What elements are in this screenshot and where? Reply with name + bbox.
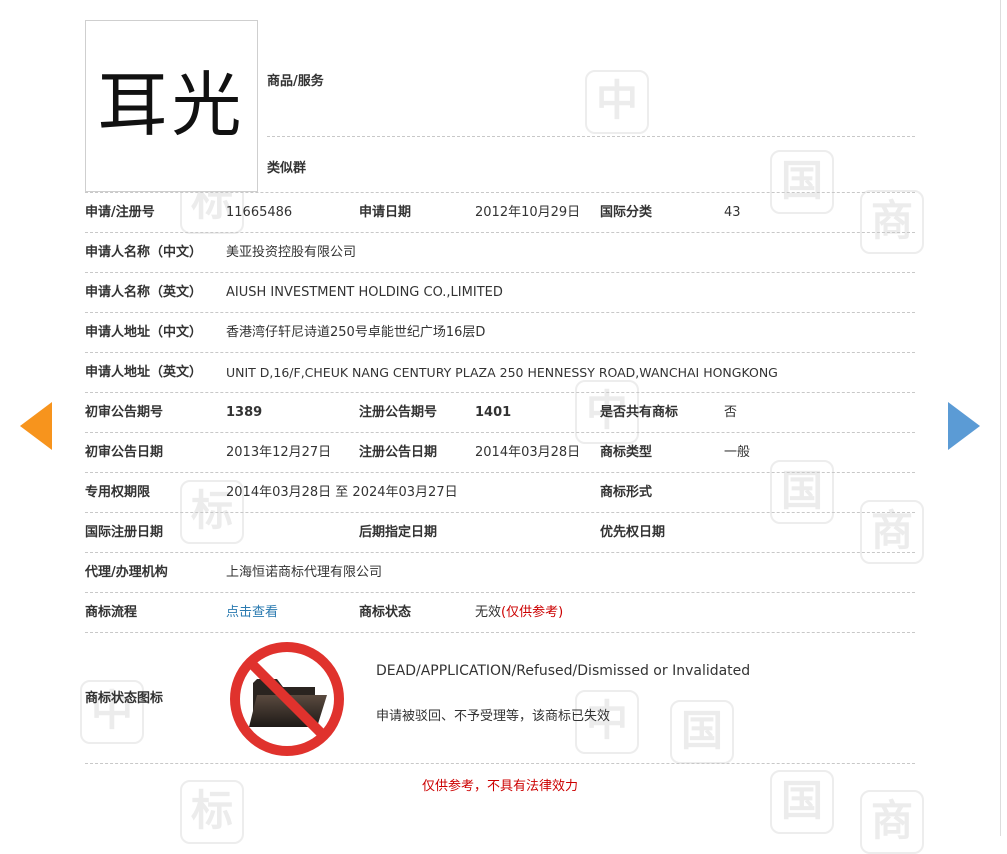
previous-arrow-icon[interactable] [20,402,52,450]
preliminary-issue-value: 1389 [226,405,263,420]
agent-value: 上海恒诺商标代理有限公司 [226,565,383,580]
international-class-value: 43 [724,205,741,220]
trademark-form-label: 商标形式 [600,485,653,500]
row-applicant-name-cn: 申请人名称（中文） 美亚投资控股有限公司 [85,232,915,273]
exclusive-period-label: 专用权期限 [85,485,151,500]
applicant-address-cn-value: 香港湾仔轩尼诗道250号卓能世纪广场16层D [226,325,486,340]
goods-services-label: 商品/服务 [267,74,324,89]
shared-trademark-value: 否 [724,405,738,420]
trademark-status-value: 无效(仅供参考) [475,593,563,633]
applicant-name-cn-label: 申请人名称（中文） [85,245,203,260]
registration-number-label: 申请/注册号 [85,205,155,220]
preliminary-date-label: 初审公告日期 [85,445,164,460]
trademark-image: 耳光 [85,20,258,192]
page-border [1000,0,1001,836]
priority-date-label: 优先权日期 [600,525,666,540]
next-arrow-icon[interactable] [948,402,980,450]
international-class-label: 国际分类 [600,205,653,220]
prohibited-folder-icon [230,642,344,756]
row-announcement-issue: 初审公告期号 1389 注册公告期号 1401 是否共有商标 否 [85,392,915,433]
trademark-status-label: 商标状态 [359,605,412,620]
applicant-name-cn-value: 美亚投资控股有限公司 [226,245,357,260]
preliminary-date-value: 2013年12月27日 [226,445,332,460]
divider [85,763,915,764]
agent-label: 代理/办理机构 [85,565,168,580]
applicant-address-en-label: 申请人地址（英文） [85,365,203,380]
applicant-address-cn-label: 申请人地址（中文） [85,325,203,340]
row-international-dates: 国际注册日期 后期指定日期 优先权日期 [85,512,915,553]
status-icon-row: 商标状态图标 DEAD/APPLICATION/Refused/Dismisse… [85,632,915,764]
watermark-tile: 商 [860,790,924,854]
trademark-type-label: 商标类型 [600,445,653,460]
row-process-status: 商标流程 点击查看 商标状态 无效(仅供参考) [85,592,915,633]
row-applicant-address-en: 申请人地址（英文） UNIT D,16/F,CHEUK NANG CENTURY… [85,352,915,393]
similar-group-label: 类似群 [267,161,307,176]
divider [267,136,915,137]
application-date-label: 申请日期 [359,205,412,220]
watermark-tile: 中 [585,70,649,134]
international-registration-date-label: 国际注册日期 [85,525,164,540]
row-agent: 代理/办理机构 上海恒诺商标代理有限公司 [85,552,915,593]
registration-date-label: 注册公告日期 [359,445,438,460]
status-text: 无效 [475,605,502,620]
row-announcement-date: 初审公告日期 2013年12月27日 注册公告日期 2014年03月28日 商标… [85,432,915,473]
status-description-cn: 申请被驳回、不予受理等，该商标已失效 [376,709,611,724]
applicant-name-en-value: AIUSH INVESTMENT HOLDING CO.,LIMITED [226,285,503,300]
legal-disclaimer: 仅供参考，不具有法律效力 [421,779,578,794]
process-label: 商标流程 [85,605,138,620]
later-designation-date-label: 后期指定日期 [359,525,438,540]
registration-number-value: 11665486 [226,205,293,220]
application-date-value: 2012年10月29日 [475,205,581,220]
preliminary-issue-label: 初审公告期号 [85,405,164,420]
registration-issue-value: 1401 [475,405,512,420]
registration-issue-label: 注册公告期号 [359,405,438,420]
status-icon-label: 商标状态图标 [85,691,164,706]
exclusive-period-value: 2014年03月28日 至 2024年03月27日 [226,485,458,500]
status-note: (仅供参考) [501,605,564,620]
registration-date-value: 2014年03月28日 [475,445,581,460]
shared-trademark-label: 是否共有商标 [600,405,679,420]
row-registration: 申请/注册号 11665486 申请日期 2012年10月29日 国际分类 43 [85,192,915,233]
applicant-address-en-value: UNIT D,16/F,CHEUK NANG CENTURY PLAZA 250… [226,365,778,380]
status-description-en: DEAD/APPLICATION/Refused/Dismissed or In… [376,663,751,679]
view-process-link[interactable]: 点击查看 [226,593,278,633]
trademark-type-value: 一般 [724,445,751,460]
row-applicant-name-en: 申请人名称（英文） AIUSH INVESTMENT HOLDING CO.,L… [85,272,915,313]
row-applicant-address-cn: 申请人地址（中文） 香港湾仔轩尼诗道250号卓能世纪广场16层D [85,312,915,353]
row-exclusive-period: 专用权期限 2014年03月28日 至 2024年03月27日 商标形式 [85,472,915,513]
applicant-name-en-label: 申请人名称（英文） [85,285,203,300]
